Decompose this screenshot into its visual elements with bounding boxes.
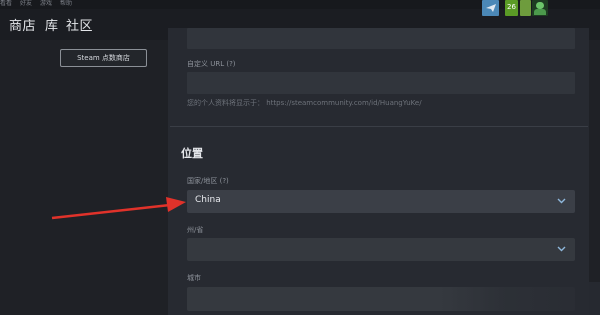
annotation-arrow-head [166,197,186,212]
annotation-arrow-shaft [51,203,171,220]
annotation-arrow [51,197,186,220]
